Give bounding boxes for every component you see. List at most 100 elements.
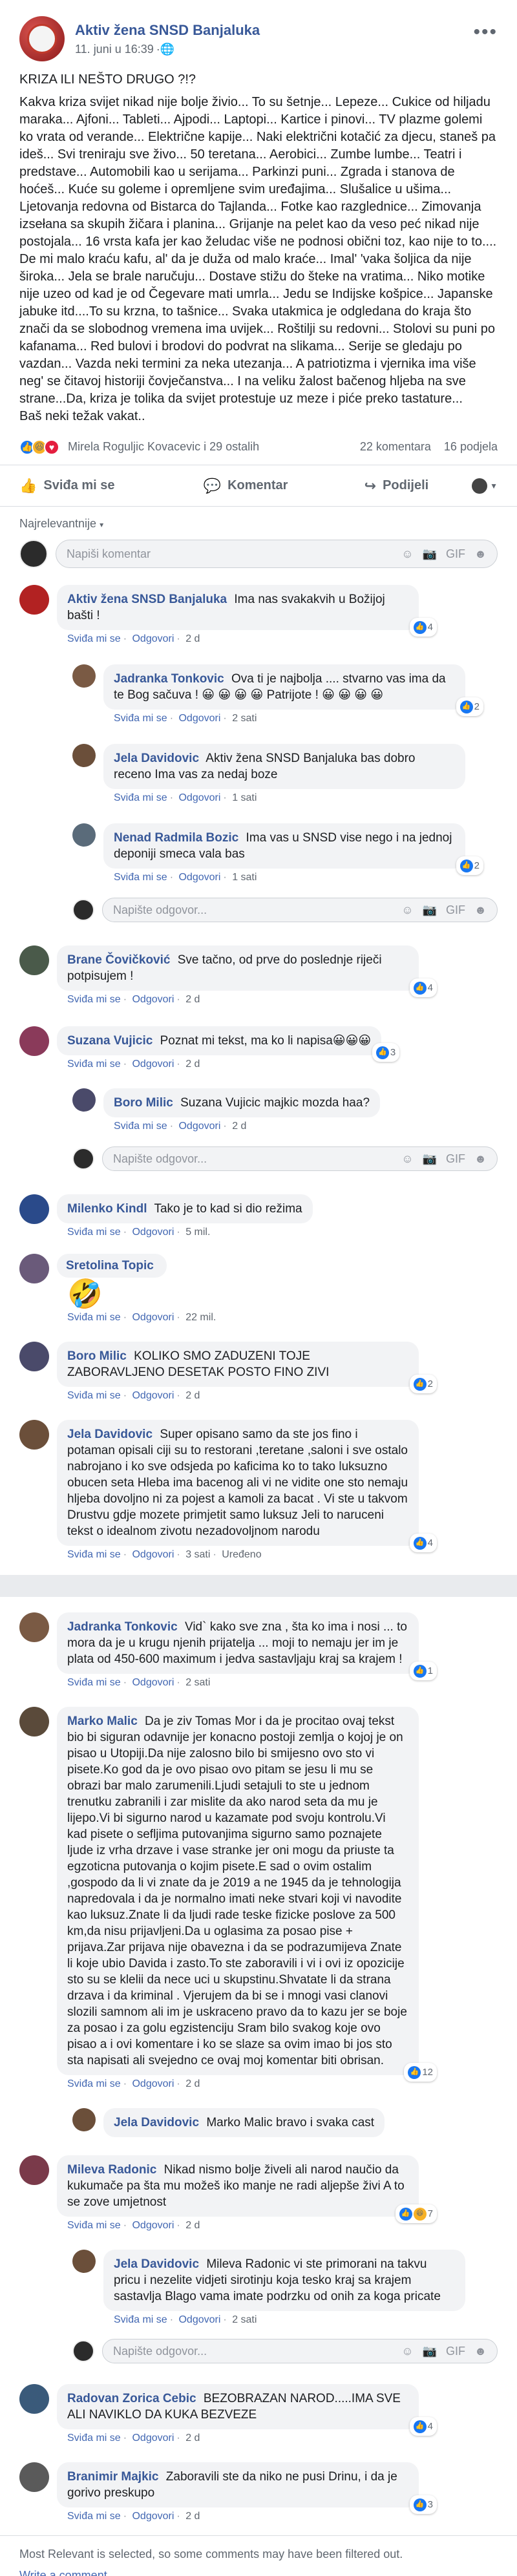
page-avatar[interactable] (19, 16, 65, 61)
comment-time[interactable]: 3 sati (185, 1549, 210, 1560)
like-button[interactable]: 👍 Sviđa mi se (19, 478, 170, 494)
comment-reply-link[interactable]: Odgovori (132, 994, 174, 1005)
post-date-text[interactable]: 11. juni u 16:39 (75, 43, 154, 56)
avatar[interactable] (19, 1707, 49, 1737)
reply-input[interactable]: Napište odgovor... ☺ 📷 GIF ☻ (102, 1146, 498, 1171)
comment-author[interactable]: Nenad Radmila Bozic (114, 831, 238, 845)
comment-author[interactable]: Milenko Kindl (67, 1202, 147, 1216)
comment-reply-link[interactable]: Odgovori (132, 633, 174, 644)
avatar[interactable] (72, 664, 96, 688)
avatar[interactable] (19, 1342, 49, 1371)
emoji-icon[interactable]: ☺ (401, 903, 413, 917)
comment-reply-link[interactable]: Odgovori (132, 1390, 174, 1401)
avatar[interactable] (19, 2384, 49, 2414)
comment-time[interactable]: 2 d (185, 2078, 200, 2089)
comment-like-count[interactable]: 👍 4 (409, 978, 437, 997)
comment-like-link[interactable]: Sviđa mi se (67, 2078, 121, 2089)
comment-reply-link[interactable]: Odgovori (132, 1549, 174, 1560)
comment-reply-link[interactable]: Odgovori (178, 2314, 220, 2325)
comment-author[interactable]: Jela Davidovic (114, 2257, 199, 2271)
avatar[interactable] (19, 945, 49, 975)
comment-author[interactable]: Mileva Radonic (67, 2163, 156, 2177)
comment-author[interactable]: Radovan Zorica Cebic (67, 2392, 196, 2405)
comment-reply-link[interactable]: Odgovori (132, 2433, 174, 2444)
comment-author[interactable]: Jadranka Tonkovic (67, 1620, 178, 1634)
avatar[interactable] (72, 744, 96, 767)
comment-reply-link[interactable]: Odgovori (132, 1059, 174, 1070)
sticker-icon[interactable]: ☻ (474, 547, 487, 561)
comment-author[interactable]: Jela Davidovic (114, 2116, 199, 2129)
gif-icon[interactable]: GIF (446, 547, 465, 561)
emoji-icon[interactable]: ☺ (401, 2345, 413, 2358)
reply-input[interactable]: Napište odgovor... ☺ 📷 GIF ☻ (102, 898, 498, 922)
comment-like-link[interactable]: Sviđa mi se (67, 2220, 121, 2231)
reply-input[interactable]: Napište odgovor... ☺ 📷 GIF ☻ (102, 2339, 498, 2363)
camera-icon[interactable]: 📷 (423, 903, 437, 917)
comment-reply-link[interactable]: Odgovori (132, 2078, 174, 2089)
more-options-icon[interactable]: ••• (473, 21, 498, 43)
comment-time[interactable]: 2 d (185, 2511, 200, 2522)
comment-like-link[interactable]: Sviđa mi se (114, 713, 167, 724)
comment-like-count[interactable]: 👍 4 (409, 1534, 437, 1552)
comment-edited[interactable]: Uređeno (222, 1549, 261, 1560)
sticker-icon[interactable]: ☻ (474, 1152, 487, 1166)
comment-like-count[interactable]: 👍 😆 7 (395, 2204, 437, 2223)
comment-like-count[interactable]: 👍 3 (372, 1043, 400, 1062)
avatar[interactable] (19, 1194, 49, 1224)
comment-reply-link[interactable]: Odgovori (132, 2511, 174, 2522)
share-button[interactable]: ↪ Podijeli (321, 478, 472, 494)
comment-reply-link[interactable]: Odgovori (132, 2220, 174, 2231)
comment-like-link[interactable]: Sviđa mi se (67, 1677, 121, 1688)
camera-icon[interactable]: 📷 (423, 547, 437, 561)
comment-like-count[interactable]: 👍 4 (409, 618, 437, 637)
gif-icon[interactable]: GIF (446, 2345, 465, 2358)
comment-author[interactable]: Suzana Vujicic (67, 1034, 153, 1048)
comment-like-link[interactable]: Sviđa mi se (67, 2433, 121, 2444)
comment-button[interactable]: 💬 Komentar (170, 478, 321, 494)
comment-time[interactable]: 2 d (185, 994, 200, 1005)
comment-like-link[interactable]: Sviđa mi se (67, 1312, 121, 1323)
post-author[interactable]: Aktiv žena SNSD Banjaluka (75, 22, 473, 39)
emoji-icon[interactable]: ☺ (401, 1152, 413, 1166)
comment-author[interactable]: Brane Čovičković (67, 953, 170, 967)
camera-icon[interactable]: 📷 (423, 2345, 437, 2358)
comment-like-count[interactable]: 👍 2 (456, 856, 483, 875)
comment-time[interactable]: 2 sati (232, 713, 257, 724)
comment-author[interactable]: Boro Milic (114, 1096, 173, 1110)
comment-reply-link[interactable]: Odgovori (132, 1677, 174, 1688)
comment-time[interactable]: 2 d (185, 1390, 200, 1401)
avatar[interactable] (19, 1420, 49, 1450)
comment-time[interactable]: 22 mil. (185, 1312, 216, 1323)
post-timestamp[interactable]: 11. juni u 16:39 ·🌐 (75, 43, 473, 56)
comment-like-link[interactable]: Sviđa mi se (67, 1549, 121, 1560)
comment-like-link[interactable]: Sviđa mi se (114, 1121, 167, 1132)
comment-like-count[interactable]: 👍 4 (409, 2417, 437, 2436)
comment-like-count[interactable]: 👍 1 (409, 1662, 437, 1680)
comment-author[interactable]: Jela Davidovic (114, 752, 199, 765)
comment-author[interactable]: Branimir Majkic (67, 2470, 159, 2484)
emoji-icon[interactable]: ☺ (401, 547, 413, 561)
comment-time[interactable]: 2 sati (185, 1677, 210, 1688)
comment-time[interactable]: 2 d (185, 1059, 200, 1070)
camera-icon[interactable]: 📷 (423, 1152, 437, 1166)
comment-time[interactable]: 5 mil. (185, 1227, 210, 1238)
comment-like-link[interactable]: Sviđa mi se (114, 792, 167, 803)
avatar[interactable] (72, 2108, 96, 2131)
comment-like-link[interactable]: Sviđa mi se (67, 633, 121, 644)
comment-author[interactable]: Boro Milic (67, 1349, 127, 1363)
comment-reply-link[interactable]: Odgovori (178, 872, 220, 883)
comment-reply-link[interactable]: Odgovori (178, 792, 220, 803)
comment-like-link[interactable]: Sviđa mi se (67, 2511, 121, 2522)
profile-switcher[interactable]: ▼ (472, 478, 498, 494)
comment-time[interactable]: 2 d (232, 1121, 246, 1132)
comment-author[interactable]: Jadranka Tonkovic (114, 672, 224, 686)
avatar[interactable] (72, 1088, 96, 1112)
comment-like-link[interactable]: Sviđa mi se (114, 2314, 167, 2325)
comment-author[interactable]: Aktiv žena SNSD Banjaluka (67, 593, 227, 606)
comment-like-count[interactable]: 👍 3 (409, 2495, 437, 2514)
avatar[interactable] (19, 1026, 49, 1056)
gif-icon[interactable]: GIF (446, 1152, 465, 1166)
comment-like-link[interactable]: Sviđa mi se (114, 872, 167, 883)
avatar[interactable] (72, 2250, 96, 2273)
avatar[interactable] (19, 2155, 49, 2185)
